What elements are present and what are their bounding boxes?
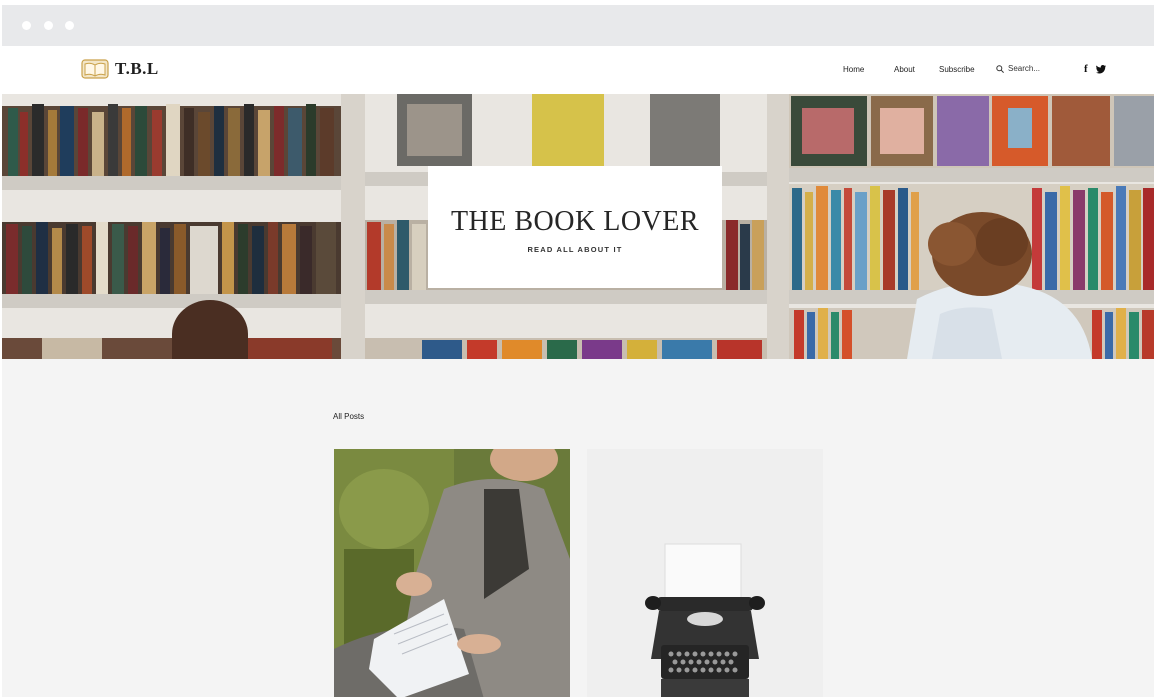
all-posts-link[interactable]: All Posts [333, 412, 364, 421]
search-input[interactable]: Search... [996, 64, 1040, 73]
person-reading-letter-image [334, 449, 570, 697]
hero-banner: THE BOOK LOVER READ ALL ABOUT IT [2, 94, 1154, 359]
hero-subtitle: READ ALL ABOUT IT [527, 245, 623, 254]
window-control-dot[interactable] [22, 21, 31, 30]
twitter-icon[interactable] [1095, 65, 1106, 74]
nav-item-about[interactable]: About [894, 65, 915, 74]
social-links: f [1084, 63, 1106, 75]
typewriter-image [587, 449, 823, 697]
window-control-dot[interactable] [44, 21, 53, 30]
nav-item-subscribe[interactable]: Subscribe [939, 65, 975, 74]
hero-title: THE BOOK LOVER [450, 206, 700, 237]
facebook-icon[interactable]: f [1084, 63, 1088, 75]
search-icon [996, 64, 1004, 73]
logo-text: T.B.L [115, 59, 159, 78]
post-card[interactable] [587, 449, 823, 697]
post-card[interactable] [334, 449, 570, 697]
open-book-icon [81, 59, 109, 79]
browser-chrome [2, 5, 1154, 46]
hero-title-card: THE BOOK LOVER READ ALL ABOUT IT [428, 166, 722, 288]
nav-item-home[interactable]: Home [843, 65, 864, 74]
browser-frame: T.B.L Home About Subscribe Search... f T… [2, 5, 1154, 697]
search-placeholder: Search... [1008, 64, 1041, 73]
window-control-dot[interactable] [65, 21, 74, 30]
site-logo[interactable]: T.B.L [81, 58, 159, 80]
site-header: T.B.L Home About Subscribe Search... f [2, 46, 1154, 94]
